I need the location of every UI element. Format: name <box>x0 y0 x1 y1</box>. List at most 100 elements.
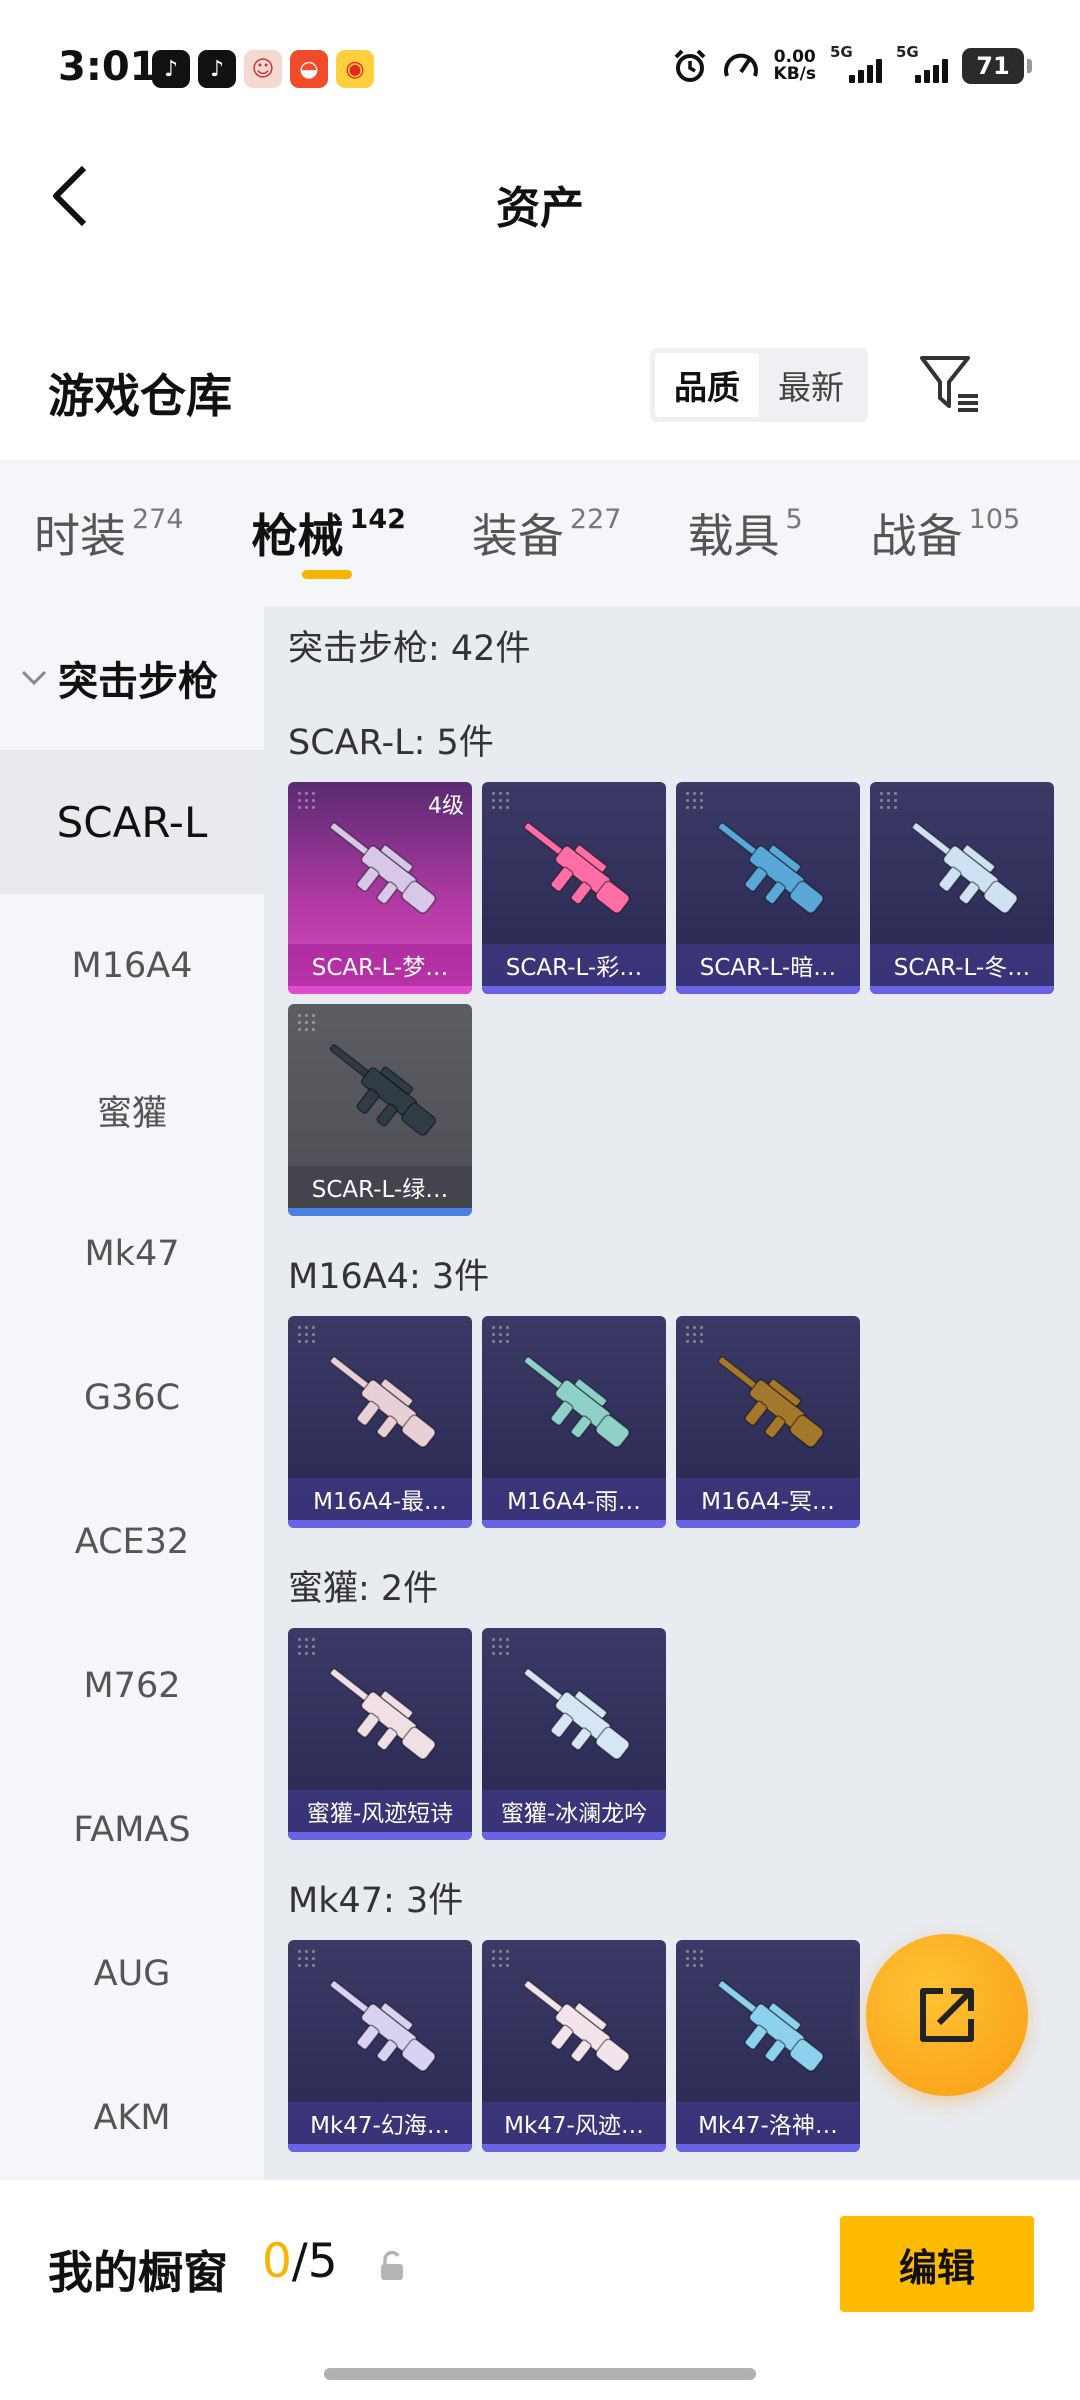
warehouse-title: 游戏仓库 <box>48 369 232 423</box>
chevron-down-icon <box>21 670 47 686</box>
tab-outfits[interactable]: 时装 274 <box>34 460 184 606</box>
rifle-icon <box>717 1356 824 1448</box>
home-indicator[interactable] <box>324 2368 756 2380</box>
tab-vehicles[interactable]: 载具 5 <box>687 460 802 606</box>
tab-equipment[interactable]: 装备 227 <box>472 460 622 606</box>
gun-skin-name: M16A4-雨… <box>482 1478 666 1520</box>
rifle-icon <box>523 1668 630 1760</box>
section-grid-honey-badger: 蜜獾-风迹短诗 蜜獾-冰澜龙吟 <box>288 1628 1068 1840</box>
gun-skin-name: 蜜獾-冰澜龙吟 <box>482 1790 666 1832</box>
sort-quality-option[interactable]: 品质 <box>655 353 759 417</box>
filter-icon <box>920 356 978 412</box>
rarity-stripe <box>288 1832 472 1840</box>
rifle-icon <box>329 1668 436 1760</box>
gun-skin-card[interactable]: 4级 SCAR-L-梦… <box>288 782 472 994</box>
rarity-stripe <box>482 986 666 994</box>
signal-sim2-icon: 5G <box>896 43 948 83</box>
avatar-app-icon: ☺ <box>244 50 282 88</box>
sidebar-item[interactable]: AUG <box>0 1902 264 2046</box>
gun-skin-name: M16A4-最… <box>288 1478 472 1520</box>
alarm-icon <box>674 49 705 82</box>
rifle-icon <box>717 1980 824 2072</box>
sidebar-item[interactable]: ACE32 <box>0 1470 264 1614</box>
rifle-icon <box>717 822 824 914</box>
rifle-icon <box>523 1356 630 1448</box>
network-speed: 0.00 KB/s <box>773 47 816 84</box>
rifle-icon <box>329 1356 436 1448</box>
rarity-stripe <box>288 2144 472 2152</box>
gun-skin-card[interactable]: 蜜獾-冰澜龙吟 <box>482 1628 666 1840</box>
page-title: 资产 <box>496 183 584 234</box>
sidebar-item[interactable]: 蜜獾 <box>0 1038 264 1182</box>
edit-button[interactable]: 编辑 <box>840 2216 1034 2312</box>
gun-skin-name: M16A4-冥… <box>676 1478 860 1520</box>
sidebar-item[interactable]: AKM <box>0 2046 264 2190</box>
sidebar-item[interactable]: M16A4 <box>0 894 264 1038</box>
gun-skin-card[interactable]: M16A4-最… <box>288 1316 472 1528</box>
gun-skin-name: SCAR-L-彩… <box>482 944 666 986</box>
tab-supplies[interactable]: 战备 105 <box>871 460 1021 606</box>
gun-skin-card[interactable]: SCAR-L-冬… <box>870 782 1054 994</box>
rarity-stripe <box>482 2144 666 2152</box>
gun-skin-card[interactable]: M16A4-雨… <box>482 1316 666 1528</box>
sidebar-item[interactable]: G36C <box>0 1326 264 1470</box>
rifle-icon <box>329 1980 436 2072</box>
sidebar-item[interactable]: Mk47 <box>0 1182 264 1326</box>
gun-skin-card[interactable]: SCAR-L-绿… <box>288 1004 472 1216</box>
gun-skin-name: Mk47-洛神… <box>676 2102 860 2144</box>
rifle-icon <box>329 822 436 914</box>
rifle-icon <box>329 1044 436 1136</box>
category-tabs: 时装 274 枪械 142 装备 227 载具 5 战备 105 <box>0 460 1080 606</box>
showcase-count: 0/5 <box>262 2234 338 2289</box>
tiktok-icon: ♪ <box>152 50 190 88</box>
sort-newest-option[interactable]: 最新 <box>759 353 863 417</box>
rarity-stripe <box>676 986 860 994</box>
sidebar-item[interactable]: SCAR-L <box>0 750 264 894</box>
rarity-stripe <box>288 1208 472 1216</box>
gun-skin-card[interactable]: 蜜獾-风迹短诗 <box>288 1628 472 1840</box>
gun-skin-name: SCAR-L-冬… <box>870 944 1054 986</box>
section-title-scar-l: SCAR-L: 5件 <box>288 723 494 763</box>
gun-skin-card[interactable]: Mk47-风迹… <box>482 1940 666 2152</box>
tiktok-lite-icon: ♪ <box>198 50 236 88</box>
status-bar: 3:01 ♪ ♪ ☺ ◒ ◉ 0.00 KB/s 5G 5G 71 <box>0 0 1080 140</box>
section-title-m16a4: M16A4: 3件 <box>288 1257 490 1297</box>
rarity-stripe <box>676 1520 860 1528</box>
gun-skin-name: SCAR-L-暗… <box>676 944 860 986</box>
rarity-stripe <box>482 1520 666 1528</box>
rarity-stripe <box>288 986 472 994</box>
gun-skin-name: SCAR-L-绿… <box>288 1166 472 1208</box>
showcase-label: 我的橱窗 <box>48 2246 229 2299</box>
section-grid-scar-l: 4级 SCAR-L-梦… SCAR-L-彩… SCAR-L-暗… SCAR-L-冬… SC… <box>288 782 1068 1216</box>
gun-skin-name: SCAR-L-梦… <box>288 944 472 986</box>
rarity-stripe <box>676 2144 860 2152</box>
rifle-icon <box>911 822 1018 914</box>
gun-type-sidebar: 突击步枪 SCAR-L M16A4 蜜獾 Mk47 G36C ACE32 M762 FAMAS… <box>0 606 264 2180</box>
notification-icons: ♪ ♪ ☺ ◒ ◉ <box>152 50 374 88</box>
gun-skin-card[interactable]: M16A4-冥… <box>676 1316 860 1528</box>
external-link-icon <box>920 1988 974 2042</box>
gun-skin-card[interactable]: Mk47-幻海… <box>288 1940 472 2152</box>
share-fab[interactable] <box>866 1934 1028 2096</box>
gun-skin-card[interactable]: Mk47-洛神… <box>676 1940 860 2152</box>
section-grid-m16a4: M16A4-最… M16A4-雨… M16A4-冥… <box>288 1316 1068 1528</box>
tab-guns[interactable]: 枪械 142 <box>252 460 406 606</box>
filter-button[interactable] <box>918 352 984 418</box>
level-badge: 4级 <box>428 794 464 819</box>
rarity-stripe <box>870 986 1054 994</box>
weibo-icon: ◉ <box>336 50 374 88</box>
rifle-icon <box>523 1980 630 2072</box>
gun-skin-name: Mk47-风迹… <box>482 2102 666 2144</box>
gun-skin-card[interactable]: SCAR-L-暗… <box>676 782 860 994</box>
status-time: 3:01 <box>58 44 158 90</box>
shopping-app-icon: ◒ <box>290 50 328 88</box>
sidebar-item[interactable]: FAMAS <box>0 1758 264 1902</box>
gun-skin-card[interactable]: SCAR-L-彩… <box>482 782 666 994</box>
signal-sim1-icon: 5G <box>830 43 882 83</box>
category-summary: 突击步枪: 42件 <box>288 629 531 669</box>
sidebar-item[interactable]: M762 <box>0 1614 264 1758</box>
battery-icon: 71 <box>962 48 1032 84</box>
gun-skin-name: Mk47-幻海… <box>288 2102 472 2144</box>
section-title-honey-badger: 蜜獾: 2件 <box>288 1569 439 1609</box>
sidebar-group-assault-rifles[interactable]: 突击步枪 <box>0 606 264 750</box>
